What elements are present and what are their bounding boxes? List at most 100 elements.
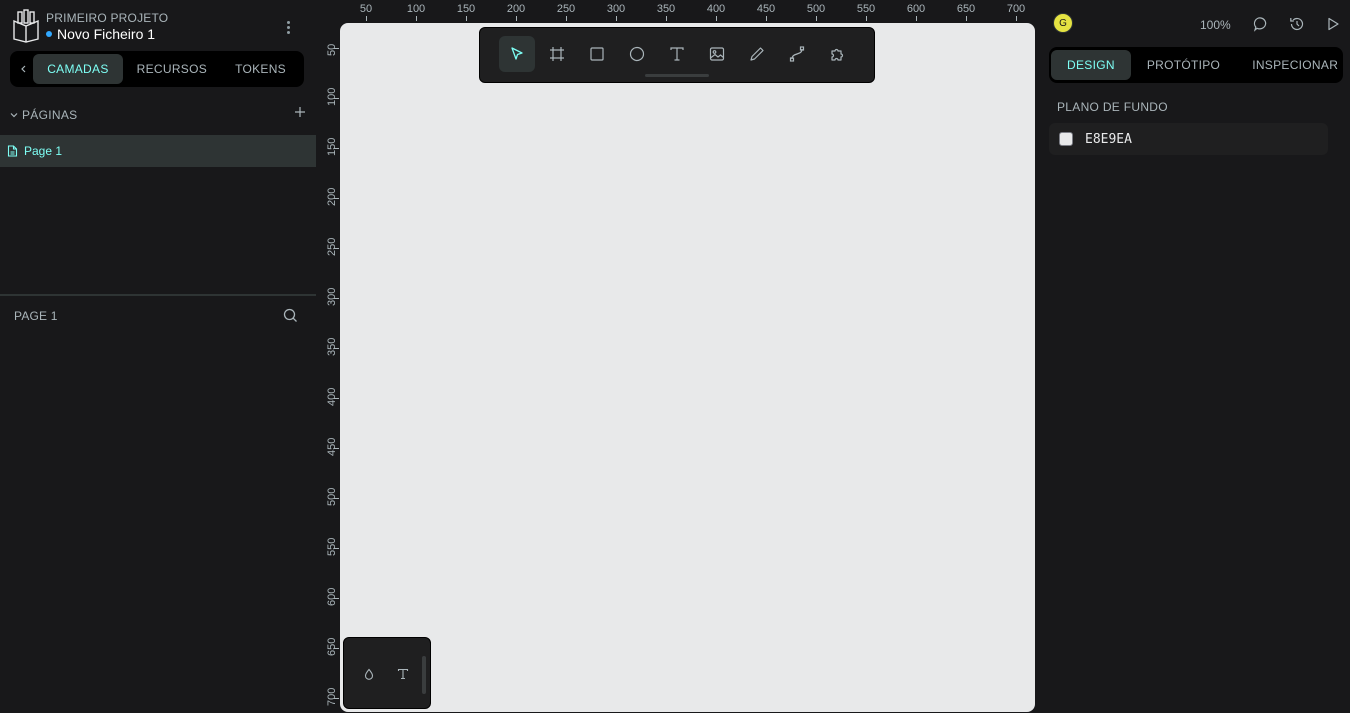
ruler-top-tick <box>1016 16 1017 21</box>
ruler-left-label: 50 <box>326 43 338 56</box>
ruler-top-tick <box>816 16 817 21</box>
ruler-left-tick <box>334 498 339 499</box>
ruler-left-label: 600 <box>326 587 338 606</box>
ruler-top-tick <box>966 16 967 21</box>
text-icon <box>670 47 684 61</box>
color-palette-button[interactable] <box>357 662 381 686</box>
zoom-level[interactable]: 100% <box>1200 18 1231 32</box>
ruler-left-tick <box>334 698 339 699</box>
tab-inspect[interactable]: INSPECIONAR <box>1236 50 1350 80</box>
top-ruler: 50 100 150 200 250 300 350 400 450 500 550 600 650 70… <box>340 0 1036 22</box>
rectangle-icon <box>590 47 604 61</box>
ruler-top-label: 600 <box>906 3 926 15</box>
ruler-left-tick <box>334 248 339 249</box>
color-swatch[interactable] <box>1059 132 1073 146</box>
ruler-left-label: 150 <box>326 137 338 156</box>
ruler-left-tick <box>334 48 339 49</box>
text-tool-button[interactable] <box>659 36 695 72</box>
ruler-top-tick <box>766 16 767 21</box>
ruler-left-label: 450 <box>326 437 338 456</box>
ruler-top-tick <box>716 16 717 21</box>
ruler-top-label: 100 <box>406 3 426 15</box>
main-toolbar <box>479 27 875 83</box>
text-icon <box>397 668 409 680</box>
ruler-left-tick <box>334 398 339 399</box>
ellipse-tool-button[interactable] <box>619 36 655 72</box>
ruler-left-label: 400 <box>326 387 338 406</box>
sidebar-divider[interactable] <box>0 294 316 296</box>
right-sidebar: G 100% DESIGN PROTÓTIPO INSPECIONAR PLAN… <box>1036 0 1350 713</box>
play-icon[interactable] <box>1323 14 1343 34</box>
typography-palette-button[interactable] <box>391 662 415 686</box>
ruler-top-label: 700 <box>1006 3 1026 15</box>
ruler-top-label: 400 <box>706 3 726 15</box>
ruler-top-label: 250 <box>556 3 576 15</box>
tab-prototype[interactable]: PROTÓTIPO <box>1131 50 1236 80</box>
left-tabs: CAMADAS RECURSOS TOKENS <box>10 51 304 87</box>
tab-tokens[interactable]: TOKENS <box>221 54 300 84</box>
ruler-left-tick <box>334 548 339 549</box>
file-name-label: Novo Ficheiro 1 <box>57 26 156 42</box>
background-hex-value[interactable]: E8E9EA <box>1085 132 1132 147</box>
plugins-tool-button[interactable] <box>819 36 855 72</box>
toolbar-drag-handle[interactable] <box>645 74 709 77</box>
path-icon <box>789 46 805 62</box>
collapse-sidebar-button[interactable] <box>14 55 33 83</box>
ruler-left-label: 100 <box>326 87 338 106</box>
file-name[interactable]: Novo Ficheiro 1 <box>46 26 155 42</box>
ruler-top-label: 500 <box>806 3 826 15</box>
search-icon[interactable] <box>283 308 298 326</box>
ruler-top-label: 550 <box>856 3 876 15</box>
ruler-left-tick <box>334 348 339 349</box>
canvas[interactable] <box>340 23 1035 712</box>
background-color-row[interactable]: E8E9EA <box>1049 123 1328 155</box>
ruler-top-label: 200 <box>506 3 526 15</box>
ruler-top-tick <box>866 16 867 21</box>
ruler-left-label: 300 <box>326 287 338 306</box>
puzzle-icon <box>831 48 844 61</box>
history-icon[interactable] <box>1287 14 1307 34</box>
ruler-left-label: 350 <box>326 337 338 356</box>
board-icon <box>550 47 564 61</box>
ruler-top-label: 450 <box>756 3 776 15</box>
ruler-top-tick <box>366 16 367 21</box>
tab-layers[interactable]: CAMADAS <box>33 54 123 84</box>
ruler-left-tick <box>334 298 339 299</box>
rectangle-tool-button[interactable] <box>579 36 615 72</box>
avatar[interactable]: G <box>1053 13 1073 33</box>
cursor-icon <box>511 47 523 60</box>
path-tool-button[interactable] <box>779 36 815 72</box>
project-name: PRIMEIRO PROJETO <box>46 11 169 25</box>
layers-header: PAGE 1 <box>14 308 298 324</box>
image-tool-button[interactable] <box>699 36 735 72</box>
ruler-top-label: 50 <box>359 3 373 15</box>
ruler-left-label: 200 <box>326 187 338 206</box>
comments-icon[interactable] <box>1251 14 1271 34</box>
ellipse-icon <box>629 46 645 62</box>
chevron-down-icon[interactable] <box>10 111 18 119</box>
move-tool-button[interactable] <box>499 36 535 72</box>
palette-resize-handle[interactable] <box>422 656 426 694</box>
left-sidebar: PRIMEIRO PROJETO Novo Ficheiro 1 CAMADAS… <box>0 0 316 713</box>
ruler-top-tick <box>616 16 617 21</box>
tab-design[interactable]: DESIGN <box>1051 50 1131 80</box>
ruler-left-label: 500 <box>326 487 338 506</box>
status-dot-icon <box>46 31 52 37</box>
ruler-top-label: 300 <box>606 3 626 15</box>
ruler-top-label: 650 <box>956 3 976 15</box>
ruler-top-tick <box>466 16 467 21</box>
palette-toolbar <box>343 637 431 709</box>
penpot-logo-icon[interactable] <box>12 9 40 43</box>
ruler-top-label: 150 <box>456 3 476 15</box>
ruler-top-tick <box>516 16 517 21</box>
board-tool-button[interactable] <box>539 36 575 72</box>
pages-header[interactable]: PÁGINAS <box>10 106 306 124</box>
tab-assets[interactable]: RECURSOS <box>123 54 221 84</box>
pencil-tool-button[interactable] <box>739 36 775 72</box>
page-item[interactable]: Page 1 <box>0 135 316 167</box>
background-section-title: PLANO DE FUNDO <box>1057 100 1168 114</box>
ruler-left-tick <box>334 448 339 449</box>
add-page-icon[interactable] <box>294 106 306 121</box>
ruler-left-tick <box>334 198 339 199</box>
file-menu-icon[interactable] <box>280 18 296 36</box>
